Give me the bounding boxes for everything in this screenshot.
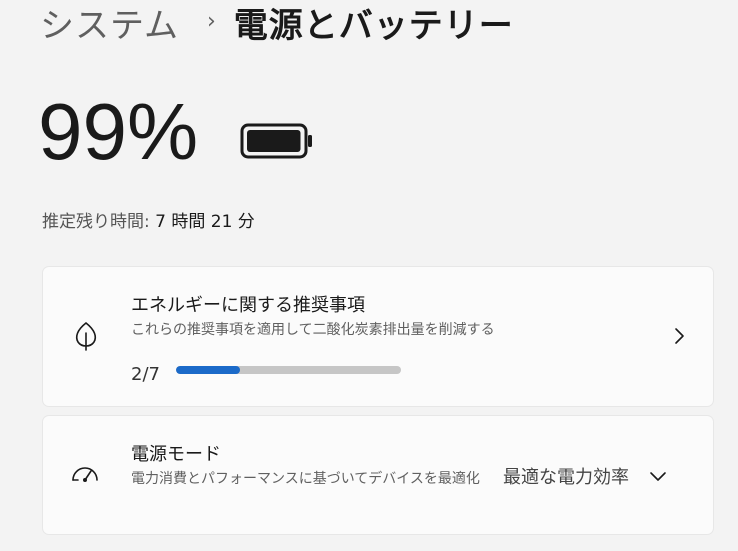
battery-level-fill: [247, 130, 301, 152]
breadcrumb: システム › 電源とバッテリー: [40, 0, 514, 47]
battery-percentage: 99%: [38, 87, 199, 176]
chevron-right-icon[interactable]: [673, 327, 685, 345]
leaf-icon: [75, 321, 97, 351]
breadcrumb-separator: ›: [206, 8, 216, 34]
power-mode-dropdown[interactable]: 最適な電力効率: [503, 462, 667, 490]
estimate-label: 推定残り時間:: [42, 212, 156, 232]
battery-icon: [240, 123, 312, 159]
power-mode-card: 電源モード 電力消費とパフォーマンスに基づいてデバイスを最適化 最適な電力効率: [43, 416, 713, 534]
recommendations-progress-fill: [176, 366, 241, 374]
energy-recommendations-card[interactable]: エネルギーに関する推奨事項 これらの推奨事項を適用して二酸化炭素排出量を削減する…: [43, 267, 713, 406]
recommendations-title: エネルギーに関する推奨事項: [131, 295, 365, 316]
power-mode-subtitle: 電力消費とパフォーマンスに基づいてデバイスを最適化: [131, 471, 480, 487]
chevron-down-icon: [650, 472, 666, 481]
recommendations-progress-bar: [176, 366, 401, 374]
battery-estimate: 推定残り時間: 7 時間 21 分: [42, 207, 255, 232]
power-mode-title: 電源モード: [131, 444, 221, 465]
page-title: 電源とバッテリー: [233, 5, 514, 46]
power-mode-selected-value: 最適な電力効率: [503, 467, 629, 488]
estimate-value: 7 時間 21 分: [155, 212, 255, 232]
breadcrumb-parent-system[interactable]: システム: [40, 0, 179, 47]
recommendations-progress-label: 2/7: [131, 364, 160, 385]
gauge-icon: [72, 467, 98, 482]
recommendations-subtitle: これらの推奨事項を適用して二酸化炭素排出量を削減する: [131, 322, 495, 338]
